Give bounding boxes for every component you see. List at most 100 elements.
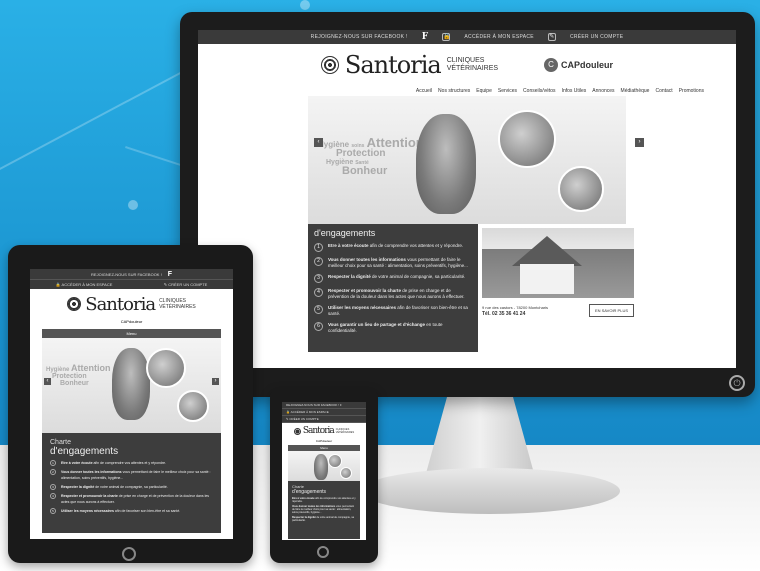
charter-item: Etre à votre écoute afin de comprendre v…	[292, 497, 356, 503]
clinic-address: 9 rue des castors - 78200 Montcharis	[482, 304, 549, 310]
phone-home-button[interactable]	[317, 546, 329, 558]
brand-subtitle: CLINIQUES VÉTÉRINAIRES	[159, 298, 196, 310]
item-bold: Utiliser les moyens nécessaires	[328, 305, 397, 310]
charter-item: Vous donner toutes les informations vous…	[292, 505, 356, 514]
charter-item: 3 Respecter la dignité de votre animal de…	[314, 274, 472, 283]
slider-prev-arrow[interactable]: ‹	[44, 378, 51, 385]
charter-item: Respecter la dignité de votre animal de …	[292, 516, 356, 522]
nav-item[interactable]: Services	[498, 88, 517, 94]
create-account-link[interactable]: CRÉER UN COMPTE	[168, 282, 207, 287]
hero-word: Protection	[336, 148, 386, 159]
item-number: 5	[314, 305, 323, 314]
charter-list: Etre à votre écoute afin de comprendre v…	[292, 497, 356, 522]
account-access-link[interactable]: ACCÉDER À MON ESPACE	[62, 282, 113, 287]
charter-item: 4 Respecter et promouvoir la charte de pr…	[50, 493, 213, 505]
hero-slider	[288, 451, 360, 481]
site-topbar: REJOIGNEZ-NOUS SUR FACEBOOK ! f 🔒 ACCÉDE…	[198, 30, 736, 44]
charter-list: 1 Etre à votre écoute afin de comprendre …	[314, 243, 472, 334]
lock-icon: 🔒	[55, 282, 61, 287]
nav-item[interactable]: Accueil	[416, 88, 432, 94]
lock-icon: 🔒	[286, 410, 290, 414]
facebook-icon[interactable]: f	[422, 32, 429, 42]
create-account-link[interactable]: CRÉER UN COMPTE	[570, 34, 623, 40]
charter-item: 5 Utiliser les moyens nécessaires afin de…	[50, 508, 213, 514]
charter-title: d'engagements	[292, 489, 327, 495]
house-wall	[520, 264, 574, 294]
clinic-card: 9 rue des castors - 78200 Montcharis Tél…	[478, 224, 638, 352]
menu-button[interactable]: Menu	[42, 329, 221, 338]
pencil-icon: ✎	[163, 282, 168, 287]
item-bold: Respecter et promouvoir la charte	[328, 288, 402, 293]
nav-item[interactable]: Nos structures	[438, 88, 470, 94]
facebook-icon[interactable]: f	[168, 271, 172, 278]
paw-logo-icon	[320, 56, 339, 74]
item-bold: Etre à votre écoute	[61, 461, 93, 465]
phone-screen: REJOIGNEZ-NOUS SUR FACEBOOK ! f 🔒 ACCÉDE…	[282, 402, 366, 540]
site-header: Santoria CLINIQUES VÉTÉRINAIRES C CAPdou…	[198, 44, 736, 86]
pencil-icon: ✎	[286, 417, 289, 421]
clinic-address-block: 9 rue des castors - 78200 Montcharis Tél…	[482, 305, 548, 317]
nav-item[interactable]: Infos Utiles	[562, 88, 587, 94]
tablet-home-button[interactable]	[122, 547, 136, 561]
item-bold: Respecter la dignité	[328, 274, 371, 279]
account-access-link[interactable]: ACCÉDER À MON ESPACE	[464, 34, 534, 40]
nav-item[interactable]: Promotions	[679, 88, 704, 94]
partner-logo[interactable]: CAPdouleur	[30, 319, 233, 329]
puppy-photo-circle	[558, 166, 604, 212]
facebook-link[interactable]: REJOIGNEZ-NOUS SUR FACEBOOK !	[286, 403, 339, 407]
charter-item: 1 Etre à votre écoute afin de comprendre …	[50, 460, 213, 466]
nav-item[interactable]: Equipe	[476, 88, 492, 94]
item-number: 1	[50, 460, 56, 466]
brand-sub-line2: VÉTÉRINAIRES	[446, 65, 499, 72]
phone-device: REJOIGNEZ-NOUS SUR FACEBOOK ! f 🔒 ACCÉDE…	[270, 388, 378, 563]
nav-item[interactable]: Contact	[655, 88, 672, 94]
network-node	[300, 0, 310, 10]
nav-item[interactable]: Conseils/vétos	[523, 88, 556, 94]
clinic-phone[interactable]: Tél. 02 35 36 41 24	[482, 311, 548, 317]
network-line	[0, 59, 206, 183]
charter-item: 2 Vous donner toutes les informations vou…	[314, 257, 472, 269]
site-topbar: REJOIGNEZ-NOUS SUR FACEBOOK ! f 🔒 ACCÉDER…	[30, 269, 233, 289]
main-nav: Accueil Nos structures Equipe Services C…	[198, 86, 736, 96]
item-number: 3	[314, 274, 323, 283]
network-node	[128, 200, 138, 210]
item-bold: Vous donner toutes les informations	[61, 470, 122, 474]
facebook-link[interactable]: REJOIGNEZ-NOUS SUR FACEBOOK !	[91, 272, 162, 277]
kitten-photo	[112, 348, 150, 420]
hero-word: Bonheur	[342, 165, 388, 177]
brand-logo[interactable]: Santoria	[345, 51, 442, 79]
item-text: de votre animal de compagnie, sa particu…	[94, 485, 168, 489]
charter-item: 4 Respecter et promouvoir la charte de pr…	[314, 288, 472, 300]
brand-subtitle: CLINIQUES VÉTÉRINAIRES	[336, 428, 354, 434]
pencil-icon: ✎	[547, 33, 556, 41]
nav-item[interactable]: Médiathèque	[621, 88, 650, 94]
item-bold: Vous donner toutes les informations	[328, 257, 406, 262]
more-info-button[interactable]: EN SAVOIR PLUS	[588, 304, 634, 317]
brand-sub-line1: CLINIQUES	[446, 57, 485, 64]
desktop-screen: REJOIGNEZ-NOUS SUR FACEBOOK ! f 🔒 ACCÉDE…	[198, 30, 736, 368]
paw-logo-icon	[293, 427, 301, 435]
facebook-link[interactable]: REJOIGNEZ-NOUS SUR FACEBOOK !	[311, 34, 408, 40]
nav-item[interactable]: Annonces	[592, 88, 614, 94]
item-bold: Respecter la dignité	[61, 485, 95, 489]
slider-next-arrow[interactable]: ›	[212, 378, 219, 385]
brand-logo[interactable]: Santoria	[85, 294, 156, 315]
desktop-monitor: REJOIGNEZ-NOUS SUR FACEBOOK ! f 🔒 ACCÉDE…	[180, 12, 755, 397]
partner-logo[interactable]: C CAPdouleur	[544, 58, 613, 72]
paw-logo-icon	[67, 297, 82, 311]
facebook-icon[interactable]: f	[340, 403, 342, 407]
charter-item: 1 Etre à votre écoute afin de comprendre …	[314, 243, 472, 252]
slider-next-arrow[interactable]: ›	[635, 138, 644, 147]
charter-panel: Charte d'engagements 1 Etre à votre écout…	[42, 433, 221, 533]
kitten-photo	[314, 454, 328, 480]
item-text: afin de comprendre vos attentes et y rép…	[92, 461, 167, 465]
dog-photo-circle	[146, 348, 186, 388]
power-icon[interactable]: ⏻	[729, 375, 745, 391]
slider-prev-arrow[interactable]: ‹	[314, 138, 323, 147]
capdouleur-icon: C	[544, 58, 559, 72]
brand-logo[interactable]: Santoria	[303, 426, 335, 436]
account-access-link[interactable]: ACCÉDER À MON ESPACE	[291, 410, 329, 414]
create-account-link[interactable]: CRÉER UN COMPTE	[289, 417, 318, 421]
brand-sub-line2: VÉTÉRINAIRES	[159, 304, 196, 310]
charter-item: 3 Respecter la dignité de votre animal de…	[50, 484, 213, 490]
